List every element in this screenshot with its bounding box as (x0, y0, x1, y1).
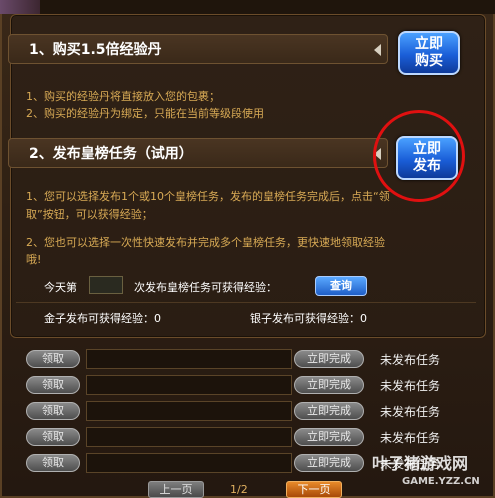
query-suffix: 次发布皇榜任务可获得经验： (134, 281, 277, 294)
publish-note-2: 取”按钮，可以获得经验； (26, 208, 153, 221)
claim-button[interactable]: 领取 (26, 428, 80, 446)
task-slot (86, 427, 292, 447)
task-status: 未发布任务 (380, 405, 441, 419)
task-row: 领取 立即完成 未发布任务 (10, 426, 484, 448)
claim-button[interactable]: 领取 (26, 454, 80, 472)
task-status: 未发布任务 (380, 353, 441, 367)
publish-note-3: 2、您也可以选择一次性快速发布并完成多个皇榜任务，更快速地领取经验 (26, 236, 385, 249)
publish-note-4: 哦! (26, 253, 42, 266)
buy-now-label-1: 立即 (415, 36, 443, 52)
buy-note-2: 2、购买的经验丹为绑定，只能在当前等级段使用 (26, 107, 264, 120)
top-strip (0, 0, 495, 14)
task-row: 领取 立即完成 未发布任务 (10, 374, 484, 396)
task-row: 领取 立即完成 未发布任务 (10, 348, 484, 370)
claim-button[interactable]: 领取 (26, 376, 80, 394)
finish-now-button[interactable]: 立即完成 (294, 454, 364, 472)
claim-button[interactable]: 领取 (26, 350, 80, 368)
finish-now-button[interactable]: 立即完成 (294, 402, 364, 420)
query-button[interactable]: 查询 (315, 276, 367, 296)
task-status: 未发布任务 (380, 431, 441, 445)
publish-count-input[interactable] (89, 276, 123, 294)
section-title-publish-task: 2、发布皇榜任务（试用） (29, 146, 193, 162)
task-slot (86, 453, 292, 473)
task-slot (86, 349, 292, 369)
divider (16, 302, 476, 303)
buy-now-label-2: 购买 (415, 53, 443, 69)
finish-now-button[interactable]: 立即完成 (294, 428, 364, 446)
silver-exp-label: 银子发布可获得经验：0 (250, 312, 367, 325)
collapse-arrow-icon[interactable] (374, 44, 381, 56)
buy-now-button[interactable]: 立即 购买 (398, 31, 460, 75)
watermark-sub: GAME.YZZ.CN (402, 476, 480, 487)
task-slot (86, 401, 292, 421)
section-header-publish-task[interactable]: 2、发布皇榜任务（试用） (8, 138, 388, 168)
section-header-buy-exp[interactable]: 1、购买1.5倍经验丹 (8, 34, 388, 64)
task-status: 未发布任务 (380, 379, 441, 393)
task-row: 领取 立即完成 未发布任务 (10, 400, 484, 422)
prev-page-button[interactable]: 上一页 (148, 481, 204, 498)
finish-now-button[interactable]: 立即完成 (294, 376, 364, 394)
buy-note-1: 1、购买的经验丹将直接放入您的包裹； (26, 90, 220, 103)
watermark-text: 叶子猪游戏网 (372, 454, 469, 473)
publish-note-1: 1、您可以选择发布1个或10个皇榜任务，发布的皇榜任务完成后，点击“领 (26, 190, 390, 203)
task-slot (86, 375, 292, 395)
finish-now-button[interactable]: 立即完成 (294, 350, 364, 368)
next-page-button[interactable]: 下一页 (286, 481, 342, 498)
section-title-buy-exp: 1、购买1.5倍经验丹 (29, 42, 162, 58)
claim-button[interactable]: 领取 (26, 402, 80, 420)
gold-exp-label: 金子发布可获得经验：0 (44, 312, 161, 325)
page-indicator: 1/2 (230, 483, 248, 496)
query-prefix: 今天第 (44, 281, 77, 294)
watermark-logo: 叶子猪游戏网 GAME.YZZ.CN (372, 450, 492, 496)
avatar (0, 0, 40, 14)
